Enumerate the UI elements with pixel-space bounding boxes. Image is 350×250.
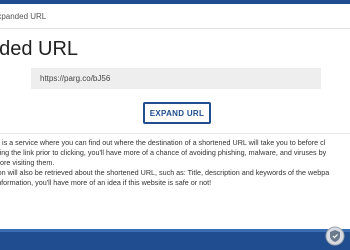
section-divider xyxy=(0,133,350,134)
footer-bar xyxy=(0,232,350,250)
description-line: nining the link prior to clicking, you'l… xyxy=(0,148,327,157)
description-line: before visiting them. xyxy=(0,158,55,167)
description-line: ation will also be retrieved about the s… xyxy=(0,168,330,177)
service-description: net is a service where you can find out … xyxy=(0,138,350,188)
breadcrumb-bar: Expanded URL xyxy=(0,4,350,29)
description-line: s information, you'll have more of an id… xyxy=(0,178,212,187)
url-input[interactable] xyxy=(31,68,321,89)
expand-url-button[interactable]: EXPAND URL xyxy=(143,102,211,124)
breadcrumb: Expanded URL xyxy=(0,12,47,21)
shield-badge-icon xyxy=(325,226,345,246)
description-line: net is a service where you can find out … xyxy=(0,138,326,147)
page-title: nded URL xyxy=(0,38,79,60)
